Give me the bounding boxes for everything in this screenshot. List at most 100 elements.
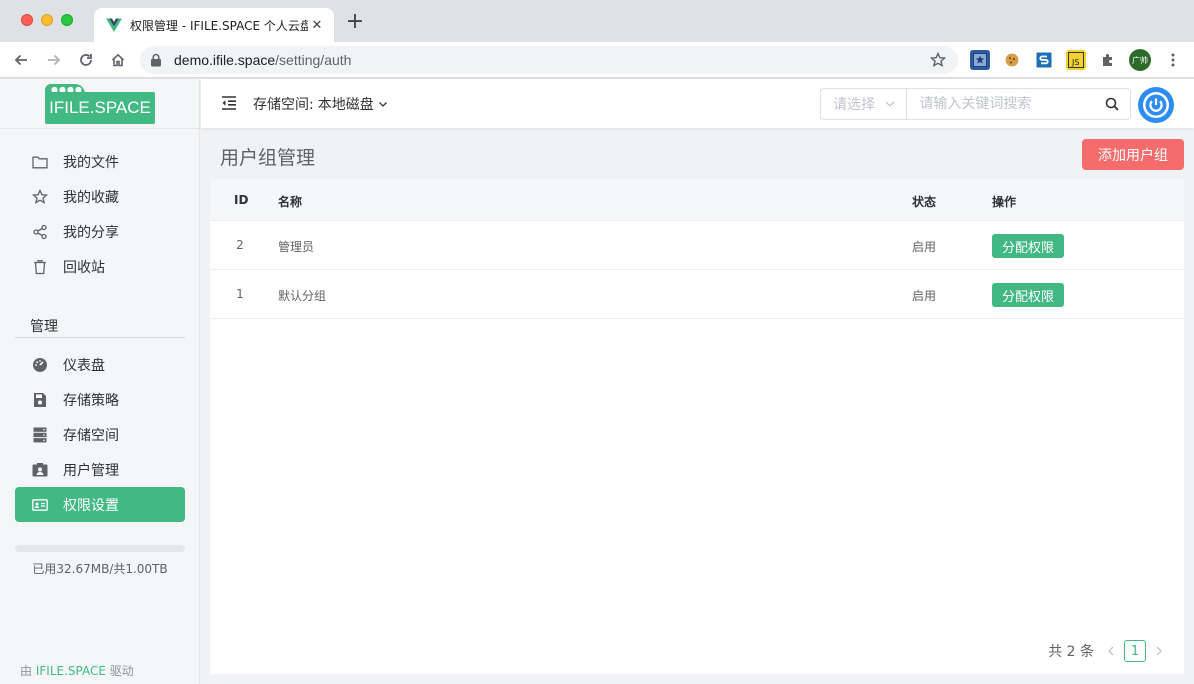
browser-tab-bar: 权限管理 - IFILE.SPACE 个人云盘 ✕ + xyxy=(0,0,1194,42)
browser-menu-icon[interactable] xyxy=(1163,50,1183,70)
assign-permissions-button[interactable]: 分配权限 xyxy=(992,234,1064,258)
sidebar-divider xyxy=(0,128,200,129)
sidebar-item-storage-space[interactable]: 存储空间 xyxy=(15,417,185,452)
sidebar-item-label: 我的收藏 xyxy=(63,189,119,206)
sidebar-item-label: 存储策略 xyxy=(63,392,119,409)
table-header: ID 名称 状态 操作 xyxy=(210,179,1184,221)
extension-star-icon[interactable] xyxy=(970,50,990,70)
dashboard-icon xyxy=(32,357,48,373)
logo-text: IFILE.SPACE xyxy=(45,92,155,124)
sidebar-item-storage-policy[interactable]: 存储策略 xyxy=(15,382,185,417)
logo[interactable]: ●●●● IFILE.SPACE xyxy=(45,84,155,124)
assign-permissions-button[interactable]: 分配权限 xyxy=(992,283,1064,307)
sidebar-item-dashboard[interactable]: 仪表盘 xyxy=(15,347,185,382)
column-header-status: 状态 xyxy=(912,195,937,209)
sidebar-item-label: 仪表盘 xyxy=(63,357,105,374)
forward-icon[interactable] xyxy=(43,49,65,71)
storage-quota-text: 已用32.67MB/共1.00TB xyxy=(32,562,168,576)
id-card-icon xyxy=(32,497,48,513)
window-close-button[interactable] xyxy=(21,14,33,26)
sidebar-item-my-files[interactable]: 我的文件 xyxy=(15,144,185,179)
profile-avatar[interactable]: 广帅 xyxy=(1129,49,1151,71)
pagination-total: 共 2 条 xyxy=(1048,644,1094,660)
js-extension-icon[interactable]: JS xyxy=(1066,50,1086,70)
powered-suffix: 驱动 xyxy=(109,664,134,678)
chevron-down-icon xyxy=(884,98,896,110)
storage-label: 存储空间: xyxy=(253,97,314,113)
add-user-group-button[interactable]: 添加用户组 xyxy=(1082,139,1184,170)
admin-section-title: 管理 xyxy=(15,316,185,338)
vue-favicon-icon xyxy=(106,17,122,33)
column-header-actions: 操作 xyxy=(992,195,1017,209)
storage-switcher[interactable]: 存储空间: 本地磁盘 xyxy=(253,94,388,114)
page-number-current[interactable]: 1 xyxy=(1124,640,1146,662)
logout-power-icon[interactable] xyxy=(1138,87,1174,123)
bookmark-star-icon[interactable] xyxy=(930,52,948,68)
sidebar-item-label: 存储空间 xyxy=(63,427,119,444)
content-panel: ID 名称 状态 操作 2 管理员 启用 分配权限 1 默认分组 启用 分配权限… xyxy=(210,179,1184,674)
powered-prefix: 由 xyxy=(20,664,33,678)
prev-page-icon[interactable] xyxy=(1102,646,1120,656)
back-icon[interactable] xyxy=(10,49,32,71)
menu-collapse-icon[interactable] xyxy=(220,94,238,112)
s-extension-icon[interactable] xyxy=(1034,50,1054,70)
sidebar-item-shares[interactable]: 我的分享 xyxy=(15,214,185,249)
share-icon xyxy=(32,224,48,240)
svg-text:JS: JS xyxy=(1071,58,1079,67)
powered-by: 由 IFILE.SPACE 驱动 xyxy=(20,662,134,679)
window-zoom-button[interactable] xyxy=(61,14,73,26)
sidebar: ●●●● IFILE.SPACE 我的文件 我的收藏 我的分享 回收站 管理 仪… xyxy=(0,79,200,684)
cell-status: 启用 xyxy=(912,289,937,303)
star-icon xyxy=(32,188,48,205)
search-icon[interactable] xyxy=(1093,89,1130,119)
user-card-icon xyxy=(32,462,48,478)
sidebar-item-label: 权限设置 xyxy=(63,497,119,514)
sidebar-item-permissions[interactable]: 权限设置 xyxy=(15,487,185,522)
search-type-select[interactable]: 请选择 xyxy=(821,89,908,119)
cookie-extension-icon[interactable] xyxy=(1002,50,1022,70)
browser-toolbar: demo.ifile.space/setting/auth JS 广帅 xyxy=(0,42,1194,78)
window-minimize-button[interactable] xyxy=(41,14,53,26)
trash-icon xyxy=(32,259,48,275)
page-title: 用户组管理 xyxy=(220,147,316,169)
sidebar-item-favorites[interactable]: 我的收藏 xyxy=(15,179,185,214)
tab-close-icon[interactable]: ✕ xyxy=(308,18,326,33)
url-text: demo.ifile.space/setting/auth xyxy=(174,52,930,68)
browser-tab[interactable]: 权限管理 - IFILE.SPACE 个人云盘 ✕ xyxy=(94,8,334,42)
storage-quota-bar xyxy=(15,545,185,552)
select-placeholder: 请选择 xyxy=(833,97,875,113)
chevron-down-icon xyxy=(378,99,388,109)
lock-icon xyxy=(150,53,164,67)
column-header-name: 名称 xyxy=(278,195,303,209)
address-bar[interactable]: demo.ifile.space/setting/auth xyxy=(140,46,958,74)
url-host: demo.ifile.space xyxy=(174,52,276,68)
column-header-id: ID xyxy=(234,193,249,207)
sidebar-item-recycle-bin[interactable]: 回收站 xyxy=(15,249,185,284)
sidebar-item-label: 我的分享 xyxy=(63,224,119,241)
home-icon[interactable] xyxy=(107,49,129,71)
search-group: 请选择 xyxy=(820,88,1131,120)
table-row: 2 管理员 启用 分配权限 xyxy=(210,221,1184,270)
new-tab-button[interactable]: + xyxy=(344,11,366,34)
reload-icon[interactable] xyxy=(75,49,97,71)
server-icon xyxy=(32,427,48,443)
search-input[interactable] xyxy=(907,89,1094,119)
app: ●●●● IFILE.SPACE 我的文件 我的收藏 我的分享 回收站 管理 仪… xyxy=(0,79,1194,684)
table-row: 1 默认分组 启用 分配权限 xyxy=(210,270,1184,319)
url-path: /setting/auth xyxy=(275,52,352,68)
cell-name: 管理员 xyxy=(278,240,315,254)
next-page-icon[interactable] xyxy=(1150,646,1168,656)
cell-status: 启用 xyxy=(912,240,937,254)
sidebar-item-label: 回收站 xyxy=(63,259,105,276)
sidebar-item-label: 用户管理 xyxy=(63,462,119,479)
pagination: 共 2 条 1 xyxy=(1048,640,1168,662)
sidebar-item-user-management[interactable]: 用户管理 xyxy=(15,452,185,487)
tab-title: 权限管理 - IFILE.SPACE 个人云盘 xyxy=(130,18,308,33)
powered-brand-link[interactable]: IFILE.SPACE xyxy=(36,664,106,678)
top-header: 存储空间: 本地磁盘 请选择 xyxy=(201,79,1194,128)
extensions-puzzle-icon[interactable] xyxy=(1098,50,1118,70)
save-icon xyxy=(32,392,48,408)
sidebar-item-label: 我的文件 xyxy=(63,154,119,171)
storage-value: 本地磁盘 xyxy=(317,97,374,113)
cell-id: 1 xyxy=(236,287,244,301)
